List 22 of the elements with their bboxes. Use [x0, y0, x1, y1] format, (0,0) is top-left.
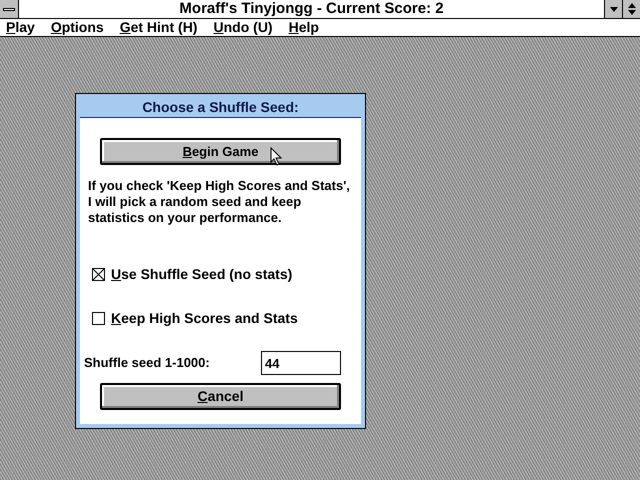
- instruction-text: If you check 'Keep High Scores and Stats', I will pick a random seed and keep statistics on your performance.: [87, 178, 351, 226]
- down-arrow-icon: [610, 6, 618, 12]
- menu-item[interactable]: Options: [46, 17, 108, 38]
- checkbox[interactable]: [92, 312, 105, 325]
- menu-item[interactable]: Undo (U): [209, 17, 277, 38]
- menu-item[interactable]: Help: [284, 17, 323, 38]
- dialog-title: Choose a Shuffle Seed:: [80, 98, 361, 118]
- system-menu-button[interactable]: [0, 0, 19, 18]
- checkbox[interactable]: [92, 268, 105, 281]
- minimize-button[interactable]: [604, 0, 622, 18]
- window-title: Moraff's Tinyjongg - Current Score: 2: [178, 0, 445, 18]
- restore-button[interactable]: [622, 0, 640, 18]
- menu-item[interactable]: Get Hint (H): [116, 17, 202, 38]
- cancel-button[interactable]: Cancel: [100, 383, 341, 410]
- mouse-cursor-icon: [270, 147, 282, 166]
- menu-item[interactable]: Play: [2, 17, 39, 38]
- checkbox-label[interactable]: Use Shuffle Seed (no stats): [111, 264, 292, 285]
- up-down-arrow-icon: [628, 3, 636, 15]
- seed-input-field[interactable]: 44: [261, 351, 341, 375]
- begin-game-button[interactable]: Begin Game: [100, 138, 341, 165]
- seed-label: Shuffle seed 1-1000:: [84, 354, 210, 372]
- checkbox-label[interactable]: Keep High Scores and Stats: [111, 308, 298, 329]
